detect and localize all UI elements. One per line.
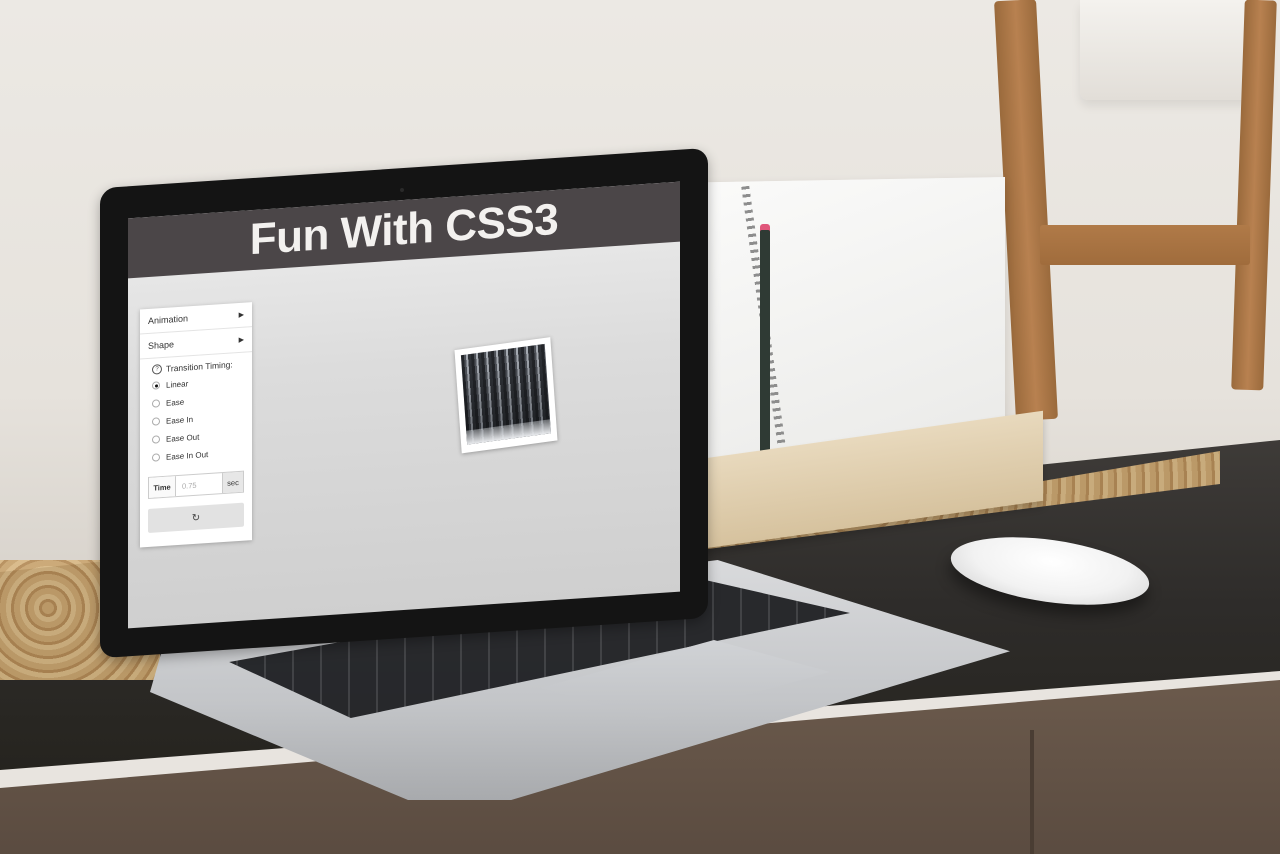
radio-label: Ease In	[166, 414, 194, 426]
radio-label: Ease In Out	[166, 449, 209, 462]
ladder-rung	[1040, 225, 1250, 265]
menu-animation-label: Animation	[148, 313, 189, 327]
camera-icon	[400, 188, 404, 192]
refresh-icon: ↻	[191, 512, 201, 524]
radio-label: Ease	[166, 397, 185, 408]
help-icon[interactable]: ?	[152, 364, 162, 375]
time-label: Time	[149, 476, 176, 498]
caret-right-icon: ▶	[238, 311, 244, 319]
radio-button[interactable]	[152, 417, 160, 426]
reset-button[interactable]: ↻	[148, 502, 244, 534]
drawer-divider	[1030, 730, 1034, 854]
laptop-screen: Fun With CSS3 Animation ▶ Shape ▶ ? Tran…	[128, 181, 680, 629]
radio-button[interactable]	[152, 381, 160, 390]
desk-scene: Fun With CSS3 Animation ▶ Shape ▶ ? Tran…	[0, 0, 1280, 854]
time-unit: sec	[222, 471, 243, 494]
menu-shape-label: Shape	[148, 339, 175, 352]
radio-button[interactable]	[152, 399, 160, 408]
radio-button[interactable]	[152, 453, 160, 462]
radio-label: Linear	[166, 378, 189, 390]
animated-photo	[454, 337, 558, 454]
caret-right-icon: ▶	[238, 336, 244, 344]
control-panel: Animation ▶ Shape ▶ ? Transition Timing:…	[140, 302, 252, 548]
pencil	[760, 230, 770, 470]
radio-button[interactable]	[152, 435, 160, 444]
radio-label: Ease Out	[166, 432, 200, 444]
time-field-group: Time 0.75 sec	[148, 470, 244, 500]
time-input[interactable]: 0.75	[176, 473, 222, 496]
